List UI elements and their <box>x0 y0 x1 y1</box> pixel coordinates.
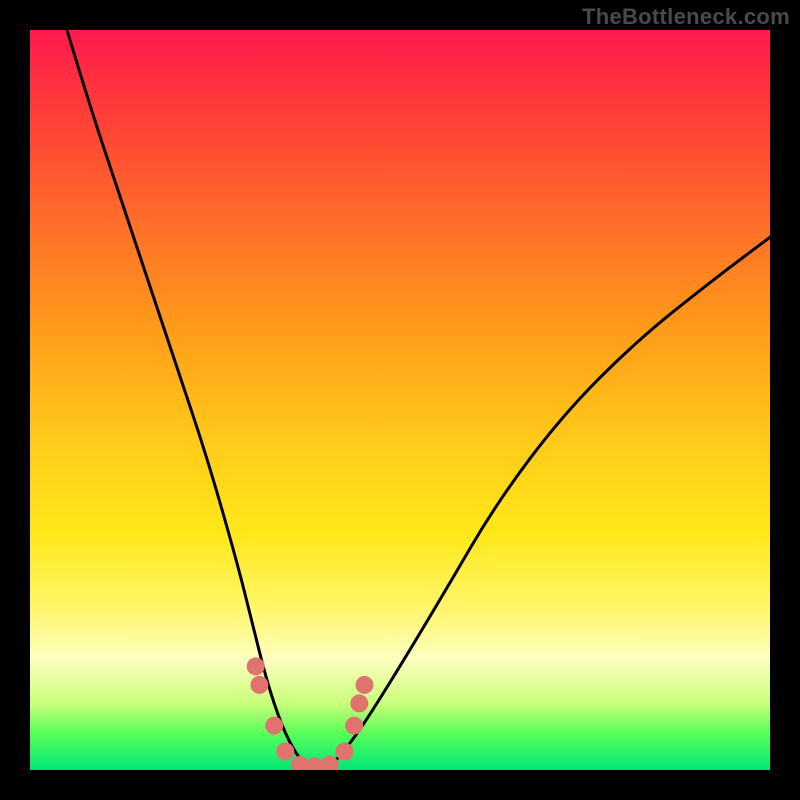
curve-marker <box>345 717 363 735</box>
curve-marker <box>355 676 373 694</box>
curve-marker <box>276 743 294 761</box>
curve-marker <box>350 694 368 712</box>
curve-path <box>67 30 770 770</box>
curve-marker <box>250 676 268 694</box>
curve-marker <box>265 717 283 735</box>
attribution-label: TheBottleneck.com <box>582 4 790 30</box>
curve-marker <box>336 743 354 761</box>
curve-marker <box>247 657 265 675</box>
chart-area <box>30 30 770 770</box>
bottleneck-curve <box>30 30 770 770</box>
